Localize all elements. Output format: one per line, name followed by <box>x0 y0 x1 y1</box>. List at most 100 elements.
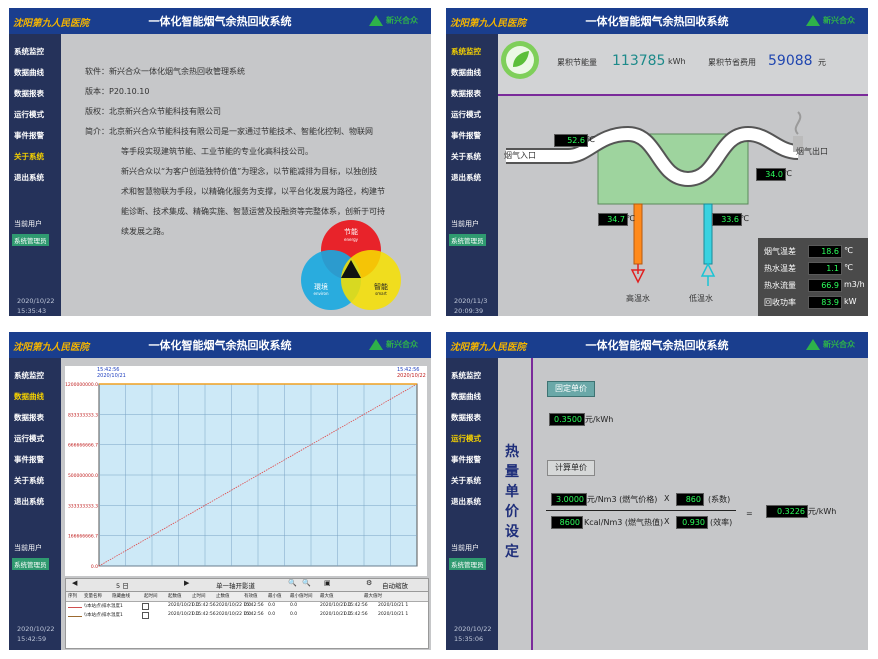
zoom-out-icon[interactable]: 🔍 <box>302 579 311 587</box>
zoom-in-icon[interactable]: 🔍 <box>288 579 297 587</box>
column-header[interactable]: 变量名称 <box>84 593 102 599</box>
column-header[interactable]: 止数值 <box>216 593 230 599</box>
calculate-price-button[interactable]: 计算单价 <box>547 460 595 476</box>
column-header[interactable]: 最小值 <box>268 593 282 599</box>
table-cell: 0.0 <box>344 603 352 608</box>
table-cell: 2020/10/22 15:42:56 <box>216 603 264 608</box>
column-header[interactable]: 有效值 <box>244 593 258 599</box>
logo-icon <box>369 339 383 350</box>
menu-data-report[interactable]: 数据报表 <box>451 88 481 99</box>
table-cell: 2020/10/21 1 <box>378 612 409 617</box>
hide-curve-checkbox[interactable] <box>142 603 149 610</box>
menu-about[interactable]: 关于系统 <box>451 475 481 486</box>
divider <box>531 358 533 650</box>
period-select[interactable]: 5 日 <box>116 580 129 590</box>
column-header[interactable]: 最大值 <box>320 593 334 599</box>
y-tick-label: 666666666.7 <box>68 443 98 449</box>
menu-data-curve[interactable]: 数据曲线 <box>14 391 44 402</box>
scroll-left-icon[interactable]: ◀ <box>72 579 77 587</box>
print-icon[interactable]: ▣ <box>324 579 331 587</box>
menu-about[interactable]: 关于系统 <box>451 151 481 162</box>
menu-data-curve[interactable]: 数据曲线 <box>14 67 44 78</box>
user-role-badge[interactable]: 系统管理员 <box>12 558 49 570</box>
menu-system-monitor[interactable]: 系统监控 <box>14 370 44 381</box>
menu-event-alarm[interactable]: 事件报警 <box>14 130 44 141</box>
system-title: 一体化智能烟气余热回收系统 <box>585 15 729 28</box>
smoke-icon <box>794 111 802 135</box>
gas-price-input[interactable]: 3.0000 <box>551 493 587 506</box>
menu-data-curve[interactable]: 数据曲线 <box>451 391 481 402</box>
menu-system-monitor[interactable]: 系统监控 <box>14 46 44 57</box>
copyright-line: 版权：北京新兴合众节能科技有限公司 <box>85 107 221 116</box>
menu-event-alarm[interactable]: 事件报警 <box>14 454 44 465</box>
auto-scale-toggle[interactable]: 自动缩放 <box>382 580 408 590</box>
venn-smart-label: 智能 <box>374 282 388 291</box>
menu-run-mode[interactable]: 运行模式 <box>14 433 44 444</box>
column-header[interactable]: 序列 <box>68 593 77 599</box>
inlet-temp-display: 52.6 <box>554 134 588 147</box>
outlet-label: 烟气出口 <box>796 147 828 156</box>
menu-exit[interactable]: 退出系统 <box>14 496 44 507</box>
trend-chart[interactable]: 1200000000.0 833333333.3 666666666.7 500000… <box>65 366 427 576</box>
column-header[interactable]: 止时间 <box>192 593 206 599</box>
menu-exit[interactable]: 退出系统 <box>14 172 44 183</box>
menu-system-monitor[interactable]: 系统监控 <box>451 370 481 381</box>
title-bar: 沈阳第九人民医院 一体化智能烟气余热回收系统 新兴合众 <box>9 8 431 34</box>
user-role-badge[interactable]: 系统管理员 <box>449 234 486 246</box>
title-char: 价 <box>505 504 519 520</box>
brand-logo: 新兴合众 <box>806 337 862 353</box>
menu-system-monitor[interactable]: 系统监控 <box>451 46 481 57</box>
menu-run-mode[interactable]: 运行模式 <box>451 433 481 444</box>
scroll-right-icon[interactable]: ▶ <box>184 579 189 587</box>
datetime: 2020/10/22 15:35:06 <box>454 624 491 644</box>
efficiency-input[interactable]: 0.930 <box>676 516 708 529</box>
table-cell: 0.0 <box>244 612 252 617</box>
column-header[interactable]: 最小值时间 <box>290 593 313 599</box>
menu-event-alarm[interactable]: 事件报警 <box>451 454 481 465</box>
heat-value-input[interactable]: 8600 <box>551 516 583 529</box>
axis-mode-select[interactable]: 单一轴开影道 <box>216 580 255 590</box>
saving-value: 113785 <box>612 53 666 69</box>
table-cell: 0.0 <box>290 603 298 608</box>
column-header[interactable]: 起数值 <box>168 593 182 599</box>
menu-exit[interactable]: 退出系统 <box>451 496 481 507</box>
menu-data-report[interactable]: 数据报表 <box>14 412 44 423</box>
menu-data-report[interactable]: 数据报表 <box>451 412 481 423</box>
menu-exit[interactable]: 退出系统 <box>451 172 481 183</box>
hot-water-pipe <box>633 203 643 265</box>
stat-label: 烟气温差 <box>764 247 796 256</box>
settings-icon[interactable]: ⚙ <box>366 579 372 587</box>
outlet-temp-unit: ℃ <box>783 169 792 178</box>
cold-water-arrow-icon <box>700 262 716 277</box>
datetime: 2020/10/22 15:35:43 <box>17 296 54 316</box>
menu-event-alarm[interactable]: 事件报警 <box>451 130 481 141</box>
menu-data-report[interactable]: 数据报表 <box>14 88 44 99</box>
column-header[interactable]: 最大值时 <box>364 593 382 599</box>
menu-data-curve[interactable]: 数据曲线 <box>451 67 481 78</box>
system-title: 一体化智能烟气余热回收系统 <box>148 339 292 352</box>
menu-about[interactable]: 关于系统 <box>14 475 44 486</box>
heat-value-unit: Kcal/Nm3 (燃气热值) <box>584 518 664 527</box>
fixed-price-input[interactable]: 0.3500 <box>549 413 585 426</box>
hide-curve-checkbox[interactable] <box>142 612 149 619</box>
datetime: 2020/10/22 15:42:59 <box>17 624 54 644</box>
user-role-badge[interactable]: 系统管理员 <box>449 558 486 570</box>
title-char: 设 <box>505 524 519 540</box>
title-bar: 沈阳第九人民医院 一体化智能烟气余热回收系统 新兴合众 <box>446 8 868 34</box>
fixed-price-button[interactable]: 固定单价 <box>547 381 595 397</box>
table-cell: \\本站点\排水温度1 <box>84 604 123 609</box>
column-header[interactable]: 起时间 <box>144 593 158 599</box>
menu-run-mode[interactable]: 运行模式 <box>451 109 481 120</box>
intro-line: 能诊断、技术集成、精确实施、智慧运营及投融资等完整体系，创新于可持 <box>121 207 385 216</box>
menu-run-mode[interactable]: 运行模式 <box>14 109 44 120</box>
venn-environment-sub: environ <box>313 291 328 296</box>
stat-value: 83.9 <box>808 296 842 309</box>
menu-about[interactable]: 关于系统 <box>14 151 44 162</box>
column-header[interactable]: 隐藏曲线 <box>112 593 130 599</box>
table-cell: 0.0 <box>290 612 298 617</box>
coefficient-input[interactable]: 860 <box>676 493 704 506</box>
title-char: 量 <box>505 464 519 480</box>
user-role-badge[interactable]: 系统管理员 <box>12 234 49 246</box>
outlet-temp-display: 34.0 <box>756 168 786 181</box>
version-line: 版本：P20.10.10 <box>85 87 150 96</box>
